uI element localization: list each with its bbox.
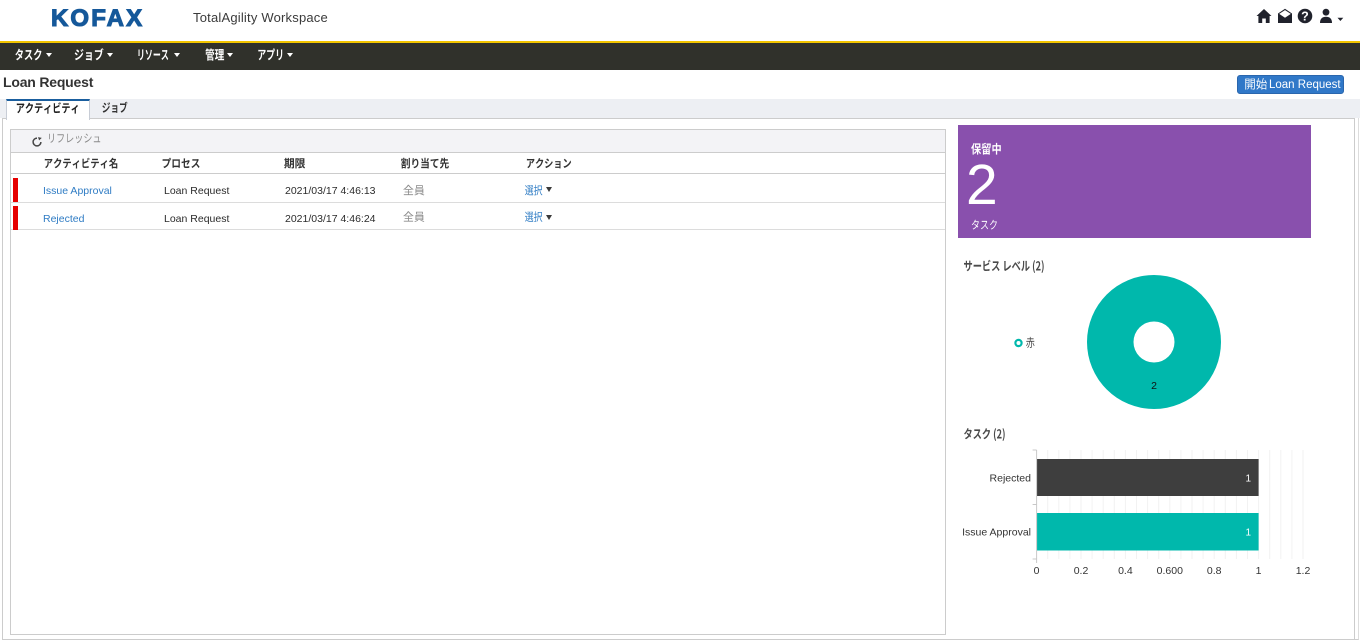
svg-text:?: ? [1301, 9, 1309, 23]
svg-text:0.4: 0.4 [1118, 565, 1133, 577]
svg-text:Rejected: Rejected [990, 473, 1032, 485]
svg-text:0.8: 0.8 [1207, 565, 1222, 577]
svg-text:0: 0 [1034, 565, 1040, 577]
svg-text:1: 1 [1245, 528, 1251, 539]
svg-text:Issue Approval: Issue Approval [962, 527, 1031, 539]
svg-text:0.600: 0.600 [1157, 565, 1183, 577]
svg-text:2: 2 [1151, 380, 1157, 392]
svg-text:1: 1 [1256, 565, 1262, 577]
svg-text:0.2: 0.2 [1074, 565, 1089, 577]
svg-text:1: 1 [1245, 474, 1251, 485]
svg-text:1.2: 1.2 [1296, 565, 1311, 577]
